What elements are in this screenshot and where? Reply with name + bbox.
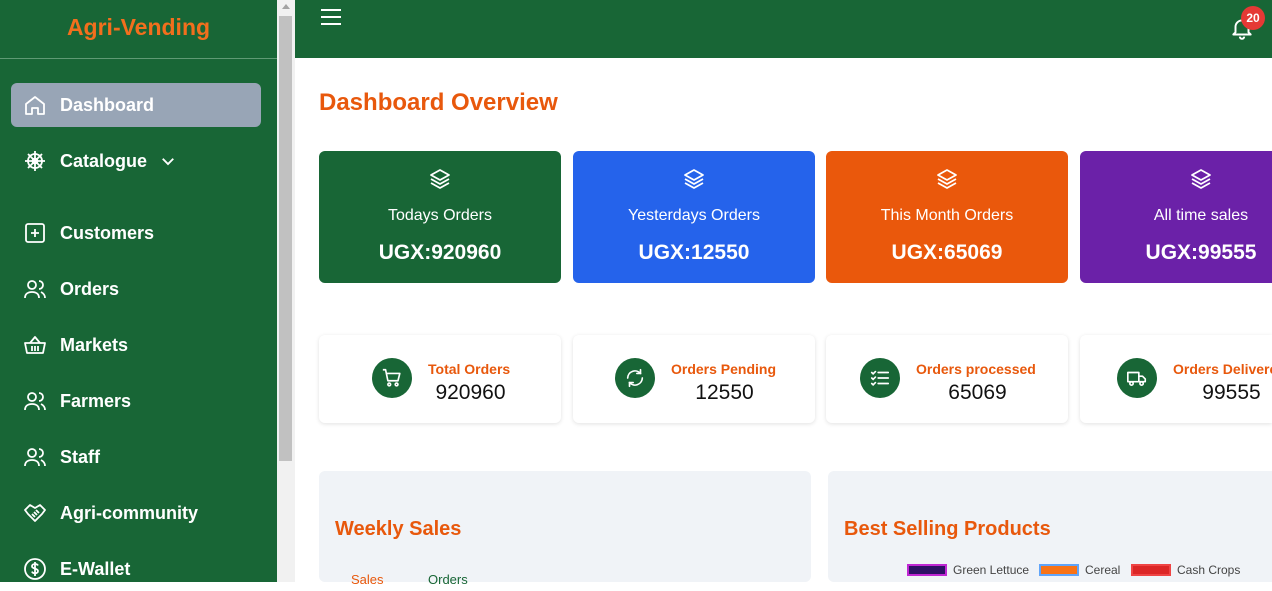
sidebar-item-catalogue[interactable]: Catalogue bbox=[11, 139, 261, 183]
layers-icon bbox=[937, 169, 957, 189]
weekly-sales-panel: Weekly Sales bbox=[319, 471, 811, 582]
stat-card-label: All time sales bbox=[1153, 207, 1249, 224]
legend-swatch bbox=[1039, 564, 1079, 576]
stat-card-value: UGX:12550 bbox=[638, 241, 750, 264]
sidebar-item-label: Orders bbox=[60, 278, 120, 299]
summary-card-label: Orders Delivered bbox=[1173, 361, 1272, 377]
scroll-up-arrow[interactable] bbox=[282, 4, 290, 9]
summary-card-orders-processed[interactable]: Orders processed 65069 bbox=[826, 335, 1068, 423]
sidebar-item-label: Agri-community bbox=[60, 502, 199, 523]
dollar-circle-icon bbox=[24, 558, 46, 580]
legend-item-green-lettuce[interactable]: Green Lettuce bbox=[907, 563, 1029, 577]
stat-card-todays-orders[interactable]: Todays Orders UGX:920960 bbox=[319, 151, 561, 283]
sidebar-item-label: Customers bbox=[60, 222, 155, 243]
sidebar-item-dashboard[interactable]: Dashboard bbox=[11, 83, 261, 127]
layers-icon bbox=[1191, 169, 1211, 189]
tab-sales[interactable]: Sales bbox=[351, 572, 384, 587]
legend-label: Green Lettuce bbox=[953, 563, 1030, 577]
handshake-icon bbox=[24, 504, 46, 522]
layers-icon bbox=[684, 169, 704, 189]
sidebar-item-label: Dashboard bbox=[60, 94, 155, 115]
sidebar: Agri-Vending Dashboard Catalogue Custome… bbox=[0, 0, 277, 582]
stat-card-value: UGX:920960 bbox=[378, 241, 502, 264]
stat-card-value: UGX:65069 bbox=[891, 241, 1003, 264]
summary-card-label: Total Orders bbox=[428, 361, 511, 377]
stat-card-value: UGX:99555 bbox=[1145, 241, 1257, 264]
stat-card-yesterdays-orders[interactable]: Yesterdays Orders UGX:12550 bbox=[573, 151, 815, 283]
tab-orders[interactable]: Orders bbox=[428, 572, 468, 587]
plus-square-icon bbox=[25, 223, 45, 243]
legend-swatch bbox=[907, 564, 947, 576]
sidebar-item-customers[interactable]: Customers bbox=[11, 211, 261, 255]
scroll-thumb[interactable] bbox=[279, 16, 292, 461]
basket-icon bbox=[24, 336, 46, 354]
summary-card-label: Orders processed bbox=[916, 361, 1036, 377]
sidebar-item-label: Markets bbox=[60, 334, 129, 355]
users-icon bbox=[24, 392, 46, 411]
summary-card-orders-delivered[interactable]: Orders Delivered 99555 bbox=[1080, 335, 1272, 423]
app-logo[interactable]: Agri-Vending bbox=[0, 0, 277, 59]
notification-badge: 20 bbox=[1241, 6, 1265, 30]
users-icon bbox=[24, 280, 46, 299]
home-icon bbox=[25, 96, 45, 115]
stat-card-label: This Month Orders bbox=[880, 207, 1014, 224]
legend-swatch bbox=[1131, 564, 1171, 576]
sidebar-item-orders[interactable]: Orders bbox=[11, 267, 261, 311]
page-title: Dashboard Overview bbox=[319, 89, 558, 116]
sidebar-item-farmers[interactable]: Farmers bbox=[11, 379, 261, 423]
sidebar-item-agri-community[interactable]: Agri-community bbox=[11, 491, 261, 535]
legend-item-cash-crops[interactable]: Cash Crops bbox=[1131, 563, 1240, 577]
ship-wheel-icon bbox=[25, 151, 45, 171]
stat-card-label: Yesterdays Orders bbox=[628, 207, 760, 224]
best-selling-title: Best Selling Products bbox=[844, 518, 1051, 540]
summary-card-total-orders[interactable]: Total Orders 920960 bbox=[319, 335, 561, 423]
sidebar-scrollbar[interactable] bbox=[277, 0, 295, 582]
summary-card-orders-pending[interactable]: Orders Pending 12550 bbox=[573, 335, 815, 423]
layers-icon bbox=[430, 169, 450, 189]
sidebar-item-markets[interactable]: Markets bbox=[11, 323, 261, 367]
sidebar-item-label: Farmers bbox=[60, 390, 132, 411]
chevron-down-icon bbox=[162, 158, 174, 166]
legend-label: Cereal bbox=[1085, 563, 1121, 577]
summary-card-value: 99555 bbox=[1202, 381, 1261, 404]
stat-card-this-month-orders[interactable]: This Month Orders UGX:65069 bbox=[826, 151, 1068, 283]
summary-card-label: Orders Pending bbox=[671, 361, 777, 377]
legend-label: Cash Crops bbox=[1177, 563, 1241, 577]
users-icon bbox=[24, 448, 46, 467]
sidebar-item-label: E-Wallet bbox=[60, 558, 131, 579]
top-header: 20 bbox=[295, 0, 1272, 58]
legend-item-cereal[interactable]: Cereal bbox=[1039, 563, 1120, 577]
hamburger-menu-icon[interactable] bbox=[321, 9, 341, 25]
sidebar-item-staff[interactable]: Staff bbox=[11, 435, 261, 479]
sidebar-item-label: Catalogue bbox=[60, 150, 148, 171]
sidebar-item-e-wallet[interactable]: E-Wallet bbox=[11, 547, 261, 591]
weekly-sales-title: Weekly Sales bbox=[335, 518, 462, 540]
stat-card-all-time-sales[interactable]: All time sales UGX:99555 bbox=[1080, 151, 1272, 283]
stat-card-label: Todays Orders bbox=[387, 207, 493, 224]
sidebar-item-label: Staff bbox=[60, 446, 100, 467]
